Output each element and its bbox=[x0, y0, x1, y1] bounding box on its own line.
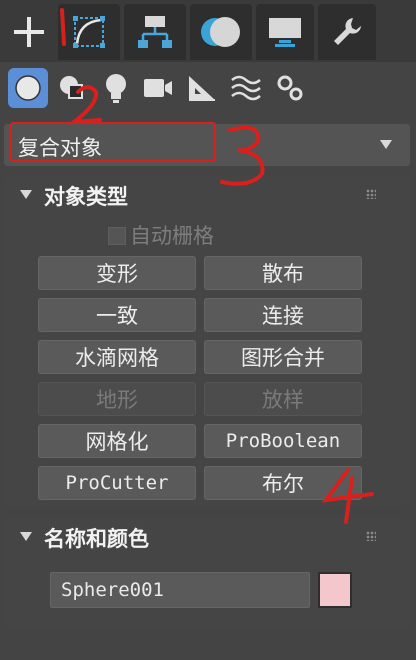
geometry-sphere-icon bbox=[15, 75, 41, 101]
object-type-title: 对象类型 bbox=[44, 185, 128, 209]
subtab-spacewarps[interactable] bbox=[226, 68, 266, 108]
collapse-triangle-icon bbox=[20, 532, 32, 541]
subtab-shapes[interactable] bbox=[52, 68, 92, 108]
helpers-icon bbox=[189, 76, 215, 101]
wrench-icon bbox=[334, 18, 361, 45]
mesher-button[interactable]: 网格化 bbox=[38, 424, 196, 458]
boolean-button[interactable]: 布尔 bbox=[204, 466, 362, 500]
subtab-geometry[interactable] bbox=[8, 68, 48, 108]
tab-hierarchy[interactable] bbox=[124, 4, 186, 60]
procutter-button[interactable]: ProCutter bbox=[38, 466, 196, 500]
object-type-header[interactable]: 对象类型 bbox=[4, 176, 410, 212]
tab-modify[interactable] bbox=[58, 4, 120, 60]
name-color-header[interactable]: 名称和颜色 bbox=[4, 518, 410, 554]
spacewarps-icon bbox=[231, 75, 261, 101]
plus-icon bbox=[14, 17, 44, 47]
conform-button[interactable]: 一致 bbox=[38, 298, 196, 332]
object-type-rollout: 对象类型 自动栅格 变形 散布 一致 连接 水滴网格 图形合并 地形 放样 网格… bbox=[4, 176, 410, 506]
name-color-title: 名称和颜色 bbox=[44, 527, 149, 551]
subtab-lights[interactable] bbox=[96, 68, 136, 108]
autogrid-checkbox[interactable] bbox=[108, 227, 126, 245]
command-panel-tabs bbox=[0, 0, 416, 66]
lights-icon bbox=[106, 74, 126, 103]
motion-icon bbox=[201, 17, 240, 47]
tab-create[interactable] bbox=[4, 4, 54, 60]
tab-utilities[interactable] bbox=[318, 4, 376, 60]
morph-button[interactable]: 变形 bbox=[38, 256, 196, 290]
name-color-rollout: 名称和颜色 Sphere001 bbox=[4, 518, 410, 628]
systems-icon bbox=[277, 75, 303, 101]
tab-motion[interactable] bbox=[190, 4, 252, 60]
subtab-systems[interactable] bbox=[270, 68, 310, 108]
object-category-bar bbox=[0, 62, 416, 122]
shapemerge-button[interactable]: 图形合并 bbox=[204, 340, 362, 374]
tab-display[interactable] bbox=[256, 4, 314, 60]
blobmesh-button[interactable]: 水滴网格 bbox=[38, 340, 196, 374]
subtab-helpers[interactable] bbox=[182, 68, 222, 108]
scatter-button[interactable]: 散布 bbox=[204, 256, 362, 290]
annotation-highlight-box bbox=[10, 122, 216, 162]
display-icon bbox=[269, 18, 301, 47]
chevron-down-icon bbox=[380, 140, 392, 149]
grip-icon bbox=[366, 189, 376, 199]
terrain-button[interactable]: 地形 bbox=[38, 382, 196, 416]
loft-button[interactable]: 放样 bbox=[204, 382, 362, 416]
autogrid-label: 自动栅格 bbox=[130, 224, 214, 248]
object-color-swatch[interactable] bbox=[318, 572, 352, 608]
object-name-field[interactable]: Sphere001 bbox=[50, 572, 310, 608]
grip-icon bbox=[366, 531, 376, 541]
hierarchy-icon bbox=[138, 16, 172, 48]
proboolean-button[interactable]: ProBoolean bbox=[204, 424, 362, 458]
camera-icon bbox=[144, 79, 172, 97]
subtab-cameras[interactable] bbox=[138, 68, 178, 108]
modify-curve-icon bbox=[73, 16, 105, 48]
connect-button[interactable]: 连接 bbox=[204, 298, 362, 332]
shapes-icon bbox=[60, 76, 83, 99]
collapse-triangle-icon bbox=[20, 190, 32, 199]
